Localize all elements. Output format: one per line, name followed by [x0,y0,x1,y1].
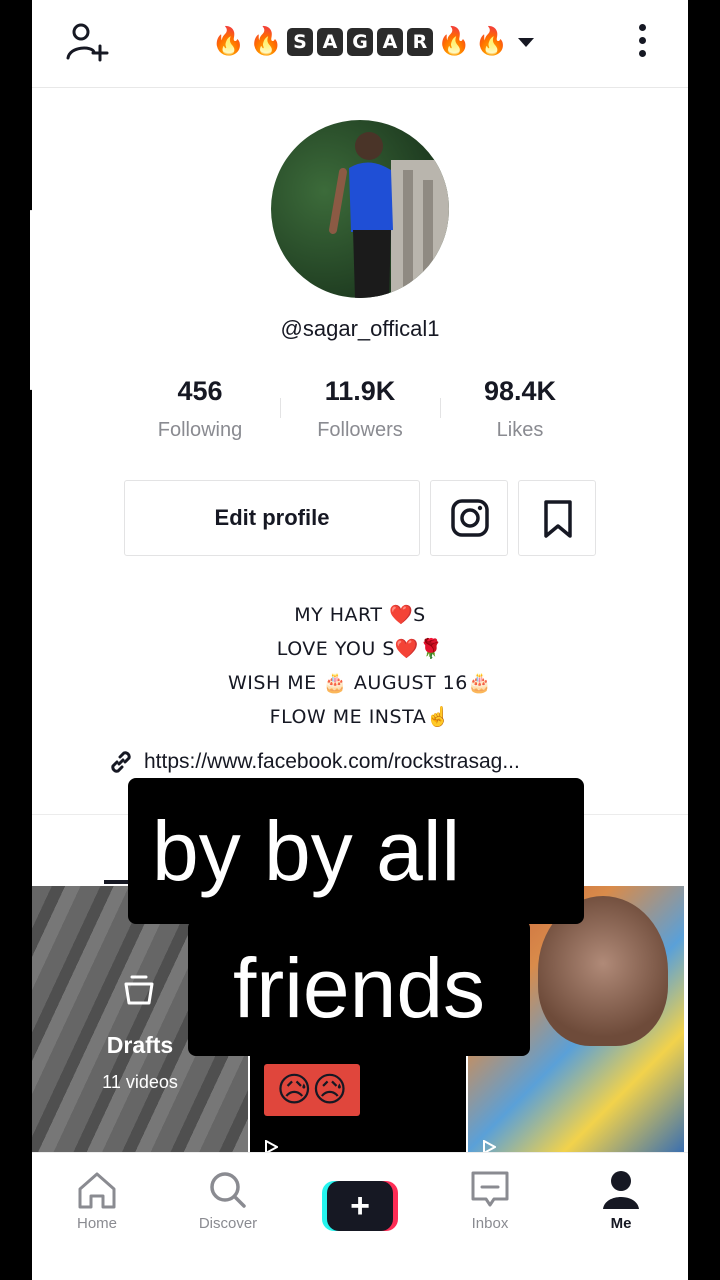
play-icon [483,1140,496,1152]
followers-stat[interactable]: 11.9K Followers [280,372,440,450]
bio-line: MY HART ❤️S [294,604,426,626]
flame-emoji: 🔥 [249,26,283,57]
bio-line: FLOW ME INSTA☝️ [269,706,451,728]
bookmark-icon [544,500,572,538]
avatar[interactable] [271,120,449,298]
link-icon [111,751,131,773]
home-icon [78,1172,116,1209]
title-letter: G [347,28,373,56]
following-stat[interactable]: 456 Following [120,372,280,450]
title-letter: A [317,28,343,56]
profile-stats: 456 Following 11.9K Followers 98.4K Like… [120,372,600,452]
bottom-nav: Home Discover + Inbox Me [32,1152,688,1280]
play-icon [265,1140,278,1152]
title-letter: R [407,28,433,56]
create-button[interactable]: + [322,1181,398,1231]
nav-inbox-label: Inbox [471,1215,509,1232]
bio-link-text: https://www.facebook.com/rockstrasag... [144,750,520,773]
profile-screen: 🔥 🔥 S A G A R 🔥 🔥 @sagar_offical1 456 Fo… [32,0,688,1280]
followers-label: Followers [317,419,403,441]
bio-line: LOVE YOU S❤️🌹 [276,638,444,660]
bio-line: WISH ME 🎂 AUGUST 16🎂 [228,672,492,694]
sad-face-emoji: 😥😥 [264,1064,360,1116]
left-letterbox [0,0,32,1280]
account-switcher[interactable]: 🔥 🔥 S A G A R 🔥 🔥 [208,22,538,62]
flame-emoji: 🔥 [437,26,471,57]
bio: MY HART ❤️S LOVE YOU S❤️🌹 WISH ME 🎂 AUGU… [32,598,688,734]
profile-icon [603,1171,639,1209]
search-icon [210,1172,246,1208]
nav-me-label: Me [610,1215,632,1232]
caption-line: friends [188,920,530,1056]
instagram-button[interactable] [430,480,508,556]
drafts-count: 11 videos [102,1072,178,1092]
followers-count: 11.9K [324,376,396,406]
top-bar: 🔥 🔥 S A G A R 🔥 🔥 [32,0,688,88]
right-letterbox [688,0,720,1280]
following-label: Following [157,419,243,441]
favorites-button[interactable] [518,480,596,556]
following-count: 456 [177,376,223,406]
nav-discover[interactable]: Discover [173,1169,283,1232]
flame-emoji: 🔥 [474,26,509,57]
drafts-icon [124,975,154,1005]
caption-line: by by all [128,778,584,924]
nav-inbox[interactable]: Inbox [435,1169,545,1232]
bio-link[interactable]: https://www.facebook.com/rockstrasag... [108,746,628,778]
caret-down-icon [518,37,535,47]
title-letter: S [287,28,313,56]
instagram-icon [451,499,489,537]
nav-discover-label: Discover [198,1215,258,1232]
inbox-icon [471,1171,509,1207]
view-count [482,1140,496,1152]
view-count [264,1140,278,1152]
nav-me[interactable]: Me [566,1169,676,1232]
username: @sagar_offical1 [280,316,440,341]
plus-icon: + [327,1181,393,1231]
more-options-icon[interactable] [632,24,652,62]
add-friend-icon[interactable] [66,22,110,62]
nav-home-label: Home [76,1215,117,1232]
nav-home[interactable]: Home [42,1169,152,1232]
likes-stat[interactable]: 98.4K Likes [440,372,600,450]
likes-count: 98.4K [483,376,557,406]
flame-emoji: 🔥 [211,26,246,57]
edit-profile-button[interactable]: Edit profile [124,480,420,556]
likes-label: Likes [496,419,544,441]
title-letter: A [377,28,403,56]
